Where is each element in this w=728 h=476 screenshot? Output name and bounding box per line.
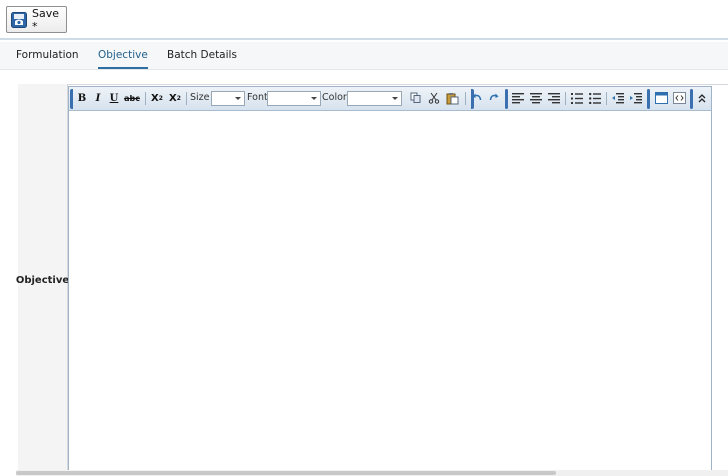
window-icon[interactable] <box>654 91 668 105</box>
toolbar-group-divider <box>505 89 508 109</box>
collapse-icon[interactable] <box>695 91 709 105</box>
chevron-down-icon <box>392 97 398 100</box>
field-label-text: Objective <box>15 274 70 286</box>
save-button[interactable]: Save * <box>6 6 67 33</box>
indent-icon[interactable] <box>629 91 643 105</box>
font-label: Font <box>247 92 268 103</box>
outdent-icon[interactable] <box>611 91 625 105</box>
save-icon <box>11 11 27 28</box>
toolbar-separator <box>565 92 566 105</box>
editor-content-area[interactable] <box>69 112 711 475</box>
copy-icon[interactable] <box>409 91 423 105</box>
horizontal-scrollbar[interactable] <box>16 470 728 476</box>
top-toolbar: Save * <box>0 0 728 40</box>
cut-icon[interactable] <box>427 91 441 105</box>
chevron-down-icon <box>235 97 241 100</box>
rich-text-editor: B I U abc X2 X2 Size Font Color <box>68 86 712 476</box>
color-label: Color <box>322 92 347 103</box>
toolbar-separator <box>606 92 607 105</box>
superscript-button[interactable]: X2 <box>168 91 182 105</box>
tab-formulation[interactable]: Formulation <box>16 49 79 61</box>
color-select[interactable] <box>347 91 402 106</box>
toolbar-separator <box>465 92 466 105</box>
subscript-label: X <box>151 92 159 104</box>
ordered-list-icon[interactable] <box>570 91 584 105</box>
superscript-mark: 2 <box>176 94 181 102</box>
tab-batch-details[interactable]: Batch Details <box>167 49 237 61</box>
toolbar-separator <box>186 92 187 105</box>
scrollbar-thumb[interactable] <box>16 471 556 475</box>
font-select[interactable] <box>267 91 321 106</box>
tab-bar: Formulation Objective Batch Details <box>0 42 728 70</box>
chevron-down-icon <box>311 97 317 100</box>
superscript-label: X <box>169 92 177 104</box>
size-label: Size <box>190 92 210 103</box>
underline-button[interactable]: U <box>107 91 121 105</box>
toolbar-separator <box>145 92 146 105</box>
align-left-icon[interactable] <box>511 91 525 105</box>
toolbar-group-divider <box>690 89 693 109</box>
size-select[interactable] <box>211 91 245 106</box>
subscript-button[interactable]: X2 <box>150 91 164 105</box>
strikethrough-button[interactable]: abc <box>123 91 141 105</box>
align-center-icon[interactable] <box>529 91 543 105</box>
align-right-icon[interactable] <box>547 91 561 105</box>
redo-icon[interactable] <box>487 91 501 105</box>
bold-button[interactable]: B <box>75 91 89 105</box>
save-label: Save * <box>32 6 60 33</box>
objective-field-label: Objective <box>15 84 70 476</box>
editor-toolbar: B I U abc X2 X2 Size Font Color <box>69 87 711 111</box>
unordered-list-icon[interactable] <box>588 91 602 105</box>
source-icon[interactable] <box>672 91 686 105</box>
toolbar-group-divider <box>647 89 650 109</box>
italic-button[interactable]: I <box>91 91 105 105</box>
paste-icon[interactable] <box>445 91 459 105</box>
undo-icon[interactable] <box>470 91 484 105</box>
tab-objective[interactable]: Objective <box>98 49 148 69</box>
subscript-mark: 2 <box>158 94 163 102</box>
